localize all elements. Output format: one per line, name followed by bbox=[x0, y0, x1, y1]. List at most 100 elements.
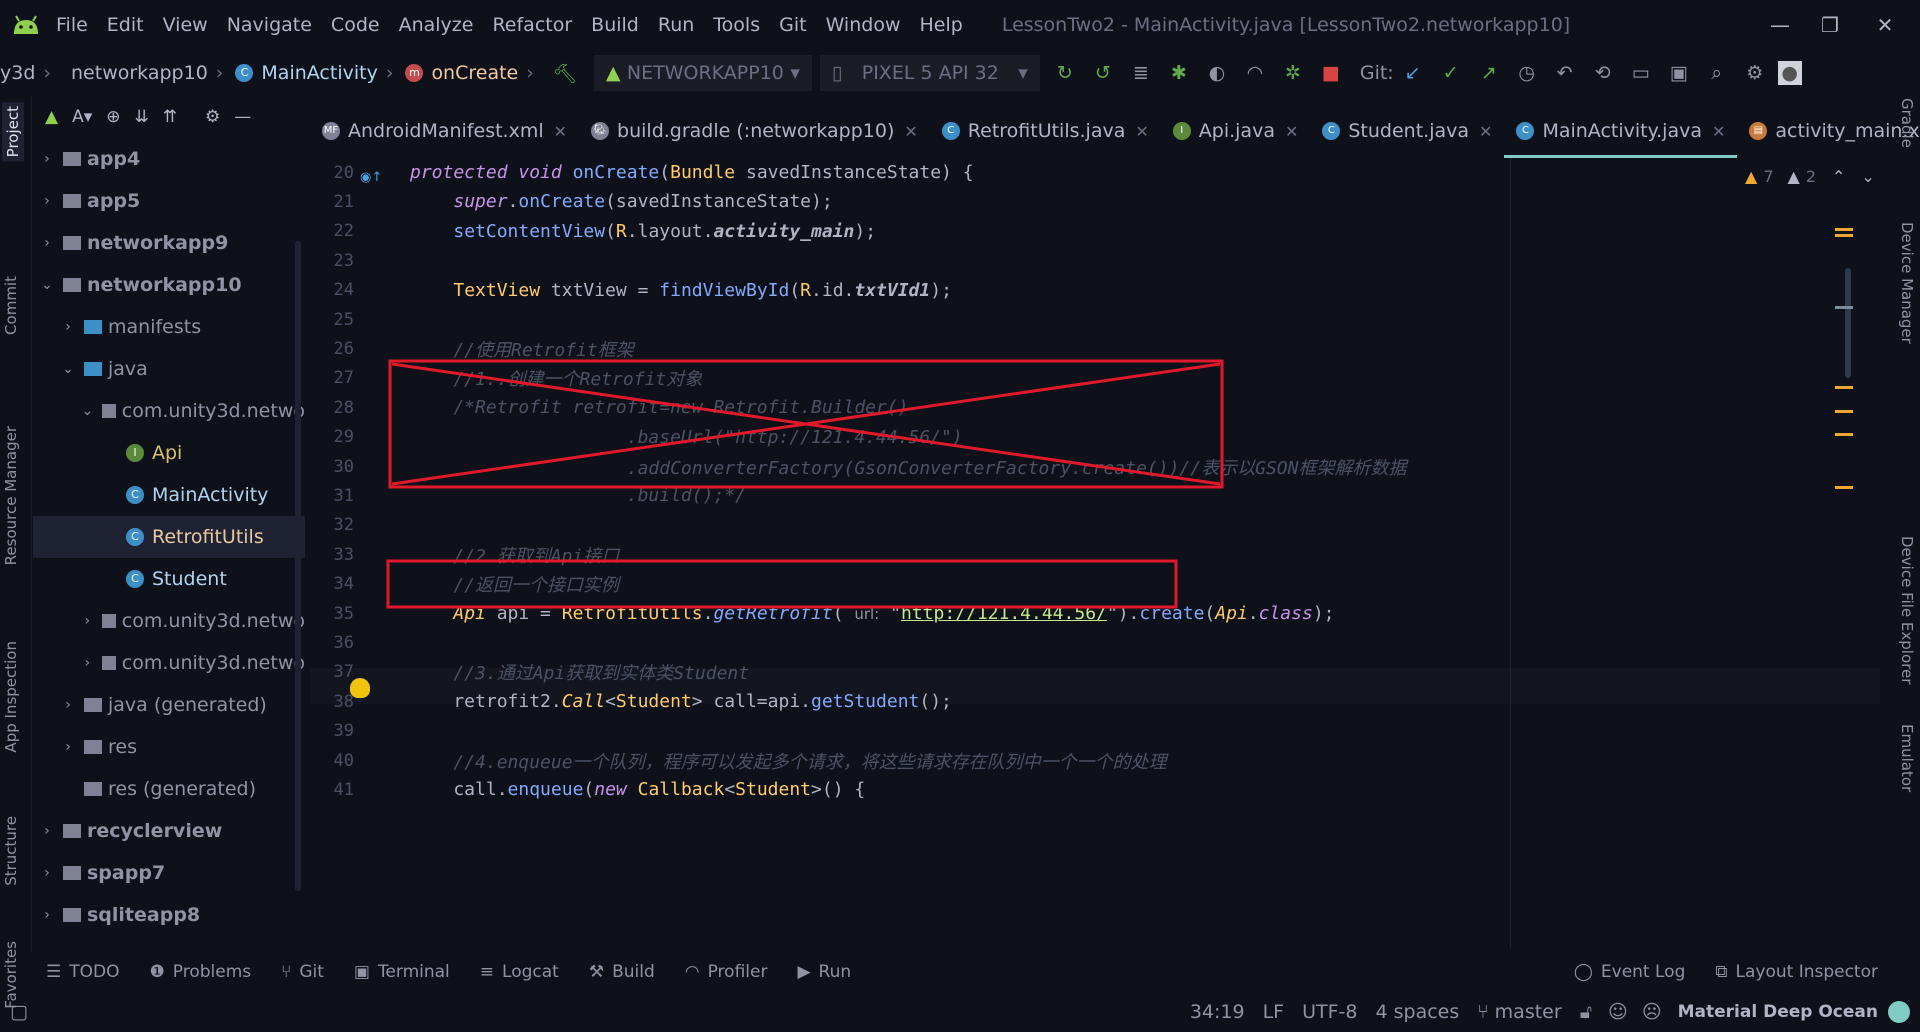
code-editor[interactable]: 20 protected void onCreate(Bundle savedIn… bbox=[310, 158, 1880, 948]
gear-icon[interactable]: ⚙ bbox=[205, 107, 220, 127]
tree-item[interactable]: › com.unity3d.netwo bbox=[33, 600, 306, 642]
menu-view[interactable]: View bbox=[163, 14, 208, 36]
chevron-right-icon[interactable]: › bbox=[60, 697, 76, 713]
rollback-icon[interactable]: ↶ bbox=[1550, 58, 1580, 88]
chevron-right-icon[interactable]: › bbox=[81, 613, 94, 629]
apply-changes-restart-icon[interactable]: ↻ bbox=[1050, 58, 1080, 88]
project-tab[interactable]: Project bbox=[2, 102, 24, 162]
tree-item[interactable]: › networkapp9 bbox=[33, 222, 305, 264]
sdk-manager-icon[interactable]: ▣ bbox=[1664, 58, 1694, 88]
git-commit-icon[interactable]: ✓ bbox=[1436, 58, 1466, 88]
line-separator[interactable]: LF bbox=[1263, 1001, 1285, 1023]
chevron-down-icon[interactable]: ⌄ bbox=[81, 403, 94, 419]
minimize-button[interactable]: — bbox=[1760, 8, 1800, 42]
tab-api[interactable]: I Api.java ✕ bbox=[1161, 104, 1311, 158]
app-inspection-tab[interactable]: App Inspection bbox=[2, 641, 20, 753]
close-window-button[interactable]: ✕ bbox=[1865, 8, 1905, 42]
breadcrumb-method[interactable]: m onCreate › bbox=[405, 62, 541, 84]
event-log-tool-button[interactable]: ◯ Event Log bbox=[1574, 962, 1686, 982]
menu-build[interactable]: Build bbox=[591, 14, 639, 36]
tree-item[interactable]: ⌄ networkapp10 bbox=[33, 264, 305, 306]
breadcrumb-module[interactable]: networkapp10 › bbox=[71, 62, 231, 84]
close-tab-icon[interactable]: ✕ bbox=[904, 122, 917, 141]
tree-item[interactable]: res (generated) bbox=[33, 768, 305, 810]
hide-panel-icon[interactable]: — bbox=[234, 107, 251, 127]
git-push-icon[interactable]: ↗ bbox=[1474, 58, 1504, 88]
tree-item[interactable]: C MainActivity bbox=[33, 474, 305, 516]
coverage-icon[interactable]: ◐ bbox=[1202, 58, 1232, 88]
todo-tool-button[interactable]: ☰ TODO bbox=[46, 962, 120, 982]
tree-item[interactable]: C RetrofitUtils bbox=[33, 516, 305, 558]
theme-badge-icon[interactable] bbox=[1888, 1001, 1910, 1023]
close-tab-icon[interactable]: ✕ bbox=[554, 122, 567, 141]
profiler-tool-button[interactable]: ◠ Profiler bbox=[685, 962, 768, 982]
menu-git[interactable]: Git bbox=[779, 14, 806, 36]
tree-item[interactable]: › manifests bbox=[33, 306, 305, 348]
device-file-explorer-tab[interactable]: Device File Explorer bbox=[1898, 536, 1916, 684]
chevron-right-icon[interactable]: › bbox=[39, 823, 55, 839]
hammer-build-icon[interactable]: 🔨︎ bbox=[550, 58, 580, 88]
tab-androidmanifest[interactable]: MF AndroidManifest.xml ✕ bbox=[310, 104, 579, 158]
menu-refactor[interactable]: Refactor bbox=[492, 14, 572, 36]
close-tab-icon[interactable]: ✕ bbox=[1135, 122, 1148, 141]
toggle-tool-windows-icon[interactable]: ▢ bbox=[10, 1001, 28, 1023]
tab-retrofitutils[interactable]: C RetrofitUtils.java ✕ bbox=[930, 104, 1161, 158]
run-tool-button[interactable]: ▶ Run bbox=[797, 962, 851, 982]
chevron-right-icon[interactable]: › bbox=[81, 655, 94, 671]
resource-manager-tab[interactable]: Resource Manager bbox=[2, 426, 20, 565]
tree-item[interactable]: › spapp7 bbox=[33, 852, 305, 894]
tree-item[interactable]: › recyclerview bbox=[33, 810, 305, 852]
build-tool-button[interactable]: ⚒ Build bbox=[589, 962, 655, 982]
history-icon[interactable]: ◷ bbox=[1512, 58, 1542, 88]
menu-edit[interactable]: Edit bbox=[107, 14, 144, 36]
breadcrumb-class[interactable]: C MainActivity › bbox=[235, 62, 401, 84]
close-tab-icon[interactable]: ✕ bbox=[1285, 122, 1298, 141]
collapse-all-icon[interactable]: ⇈ bbox=[163, 107, 177, 127]
lock-icon[interactable]: 🔓︎ bbox=[1580, 1001, 1592, 1023]
chevron-right-icon[interactable]: › bbox=[60, 739, 76, 755]
device-manager-tab[interactable]: Device Manager bbox=[1898, 222, 1916, 344]
expand-all-icon[interactable]: ⇊ bbox=[135, 107, 149, 127]
device-manager-icon[interactable]: ▭ bbox=[1626, 58, 1656, 88]
sync-gradle-icon[interactable]: ⟲ bbox=[1588, 58, 1618, 88]
breadcrumb-y3d[interactable]: y3d › bbox=[0, 62, 59, 84]
commit-tab[interactable]: Commit bbox=[2, 276, 20, 335]
search-icon[interactable]: ⌕ bbox=[1702, 58, 1732, 88]
chevron-down-icon[interactable]: ⌄ bbox=[60, 361, 76, 377]
menu-window[interactable]: Window bbox=[826, 14, 901, 36]
git-update-icon[interactable]: ↙ bbox=[1398, 58, 1428, 88]
close-tab-icon[interactable]: ✕ bbox=[1479, 122, 1492, 141]
layout-inspector-tool-button[interactable]: ⧉ Layout Inspector bbox=[1715, 962, 1878, 982]
restore-button[interactable]: ❐ bbox=[1810, 8, 1850, 42]
tree-item[interactable]: C Student bbox=[33, 558, 305, 600]
caret-position[interactable]: 34:19 bbox=[1190, 1001, 1245, 1023]
menu-run[interactable]: Run bbox=[658, 14, 694, 36]
problems-tool-button[interactable]: ❶ Problems bbox=[150, 962, 252, 982]
profiler-icon[interactable]: ◠ bbox=[1240, 58, 1270, 88]
smile-icon[interactable]: ☺ bbox=[1608, 1001, 1628, 1023]
chevron-right-icon[interactable]: › bbox=[39, 193, 55, 209]
chevron-right-icon[interactable]: › bbox=[60, 319, 76, 335]
indent-setting[interactable]: 4 spaces bbox=[1376, 1001, 1460, 1023]
apply-code-changes-icon[interactable]: ↺ bbox=[1088, 58, 1118, 88]
menu-code[interactable]: Code bbox=[331, 14, 380, 36]
view-dropdown-icon[interactable]: A▾ bbox=[72, 107, 92, 127]
device-dropdown[interactable]: ▯ PIXEL 5 API 32 ▾ bbox=[819, 55, 1040, 91]
tab-build[interactable]: 🐘︎ build.gradle (:networkapp10) ✕ bbox=[579, 104, 930, 158]
locate-icon[interactable]: ⊕ bbox=[106, 107, 120, 127]
menu-analyze[interactable]: Analyze bbox=[399, 14, 474, 36]
menu-navigate[interactable]: Navigate bbox=[227, 14, 312, 36]
debug-icon[interactable]: ✱ bbox=[1164, 58, 1194, 88]
close-tab-icon[interactable]: ✕ bbox=[1712, 122, 1725, 141]
chevron-right-icon[interactable]: › bbox=[39, 151, 55, 167]
run-list-icon[interactable]: ≣ bbox=[1126, 58, 1156, 88]
menu-file[interactable]: File bbox=[56, 14, 88, 36]
tree-item[interactable]: › sqliteapp8 bbox=[33, 894, 305, 936]
terminal-tool-button[interactable]: ▣ Terminal bbox=[354, 962, 450, 982]
tab-mainactivity[interactable]: C MainActivity.java ✕ bbox=[1504, 104, 1738, 158]
tree-item[interactable]: › java (generated) bbox=[33, 684, 305, 726]
stop-icon[interactable]: ■ bbox=[1316, 58, 1346, 88]
logcat-tool-button[interactable]: ≡ Logcat bbox=[480, 962, 559, 982]
theme-name[interactable]: Material Deep Ocean bbox=[1678, 1002, 1878, 1022]
chevron-right-icon[interactable]: › bbox=[39, 865, 55, 881]
